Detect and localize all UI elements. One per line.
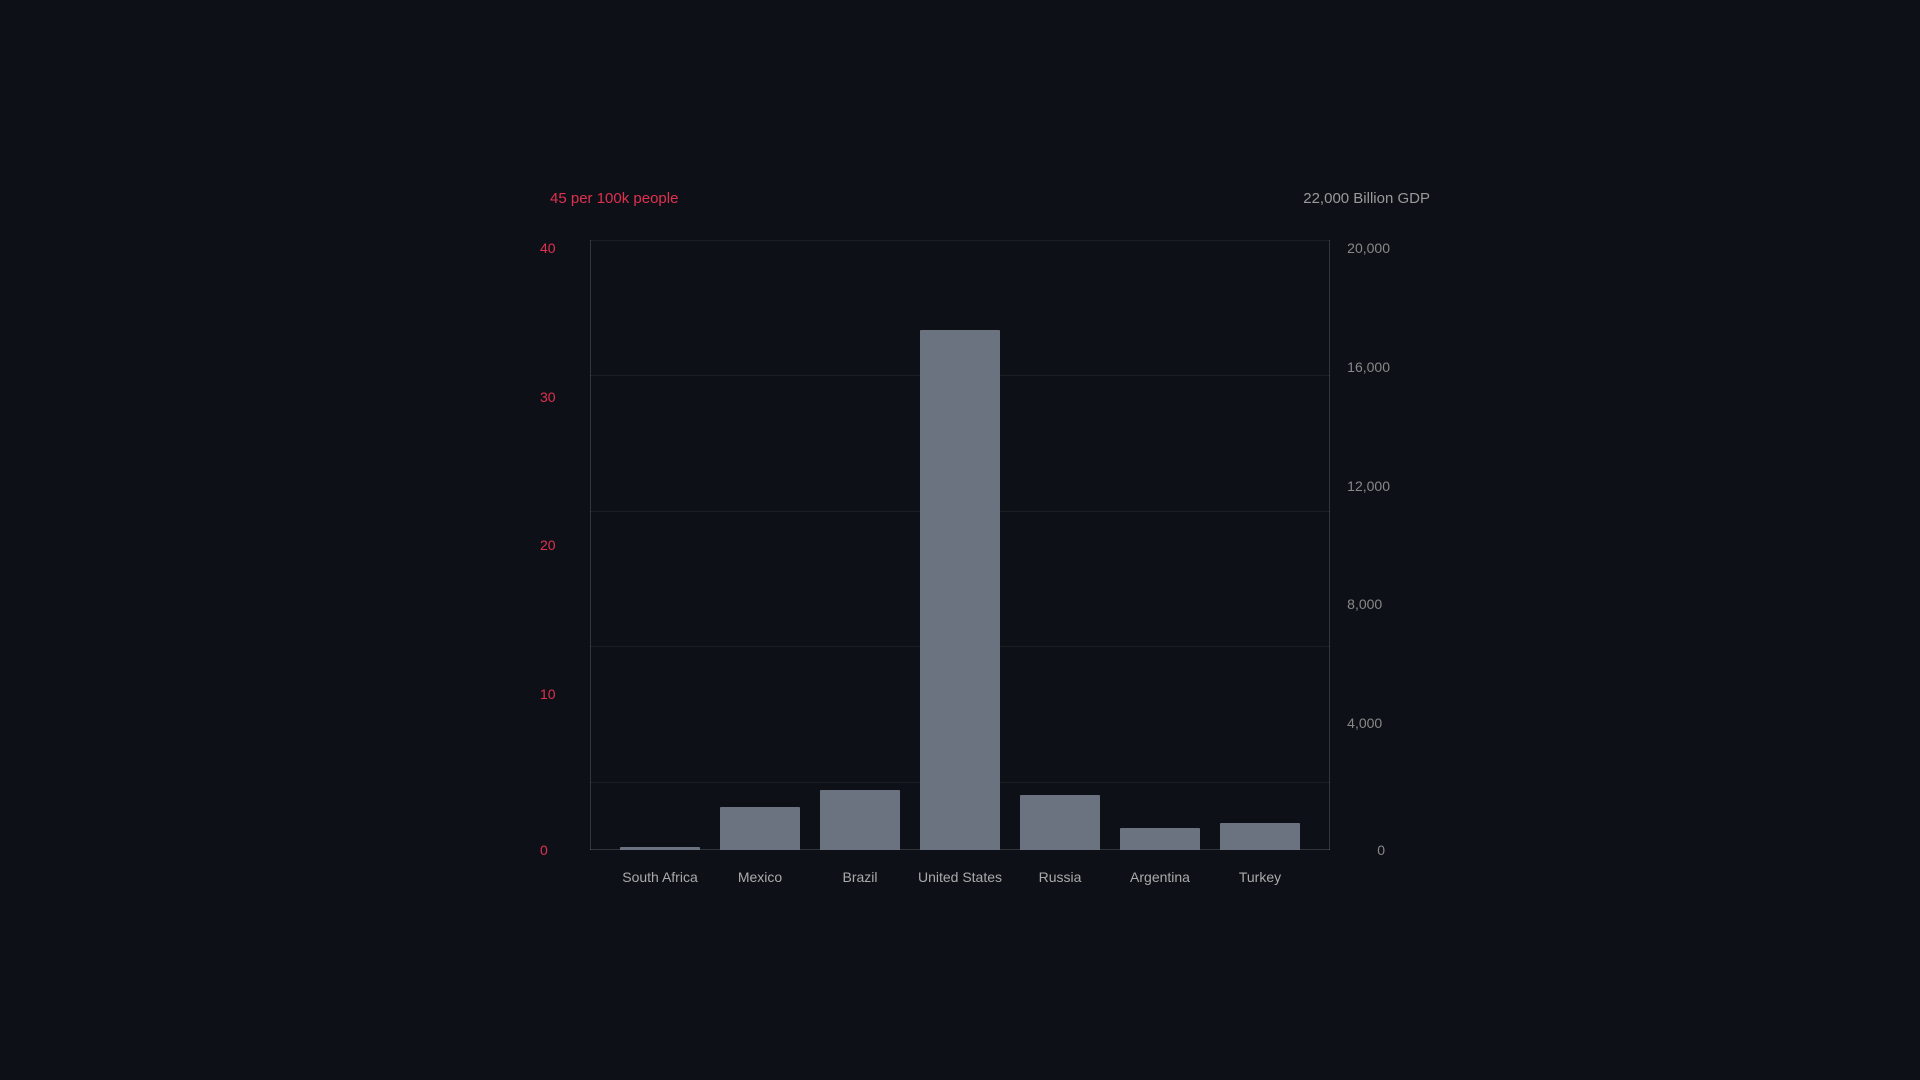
bar-group-brazil: Brazil <box>820 790 900 850</box>
bar-group-mexico: Mexico <box>720 807 800 850</box>
bar-group-united-states: United States <box>920 330 1000 850</box>
bar-group-argentina: Argentina <box>1120 828 1200 850</box>
right-y-axis: 20,000 16,000 12,000 8,000 4,000 0 <box>1347 240 1390 850</box>
left-tick-30: 30 <box>540 389 556 405</box>
bar-south-africa <box>620 847 700 850</box>
bar-label-argentina: Argentina <box>1130 869 1190 885</box>
right-tick-4000: 4,000 <box>1347 715 1382 731</box>
left-axis-label: 45 per 100k people <box>550 190 678 207</box>
right-tick-20000: 20,000 <box>1347 240 1390 256</box>
bars-container: South Africa Mexico Brazil United States <box>590 240 1330 850</box>
bar-label-brazil: Brazil <box>842 869 877 885</box>
bar-russia <box>1020 795 1100 850</box>
bar-label-turkey: Turkey <box>1239 869 1281 885</box>
right-tick-16000: 16,000 <box>1347 359 1390 375</box>
bar-argentina <box>1120 828 1200 850</box>
left-tick-20: 20 <box>540 537 556 553</box>
bar-group-south-africa: South Africa <box>620 847 700 850</box>
zero-label-right: 0 <box>1377 842 1385 858</box>
left-y-axis: 40 30 20 10 0 <box>540 240 556 850</box>
left-tick-40: 40 <box>540 240 556 256</box>
bar-label-mexico: Mexico <box>738 869 782 885</box>
bar-mexico <box>720 807 800 850</box>
bar-turkey <box>1220 823 1300 850</box>
right-tick-12000: 12,000 <box>1347 478 1390 494</box>
bar-united-states <box>920 330 1000 850</box>
bar-group-russia: Russia <box>1020 795 1100 850</box>
bar-label-united-states: United States <box>918 869 1002 885</box>
chart-area: 40 30 20 10 0 20,000 16,000 12,000 8,000… <box>590 240 1330 850</box>
chart-wrapper: 45 per 100k people 22,000 Billion GDP 40… <box>510 210 1410 910</box>
bar-label-south-africa: South Africa <box>622 869 698 885</box>
right-axis-label: 22,000 Billion GDP <box>1303 190 1430 207</box>
bar-label-russia: Russia <box>1039 869 1082 885</box>
right-tick-8000: 8,000 <box>1347 596 1382 612</box>
bar-group-turkey: Turkey <box>1220 823 1300 850</box>
zero-label-left: 0 <box>540 842 548 858</box>
bar-brazil <box>820 790 900 850</box>
left-tick-10: 10 <box>540 686 556 702</box>
chart-container: 45 per 100k people 22,000 Billion GDP 40… <box>0 0 1920 1080</box>
